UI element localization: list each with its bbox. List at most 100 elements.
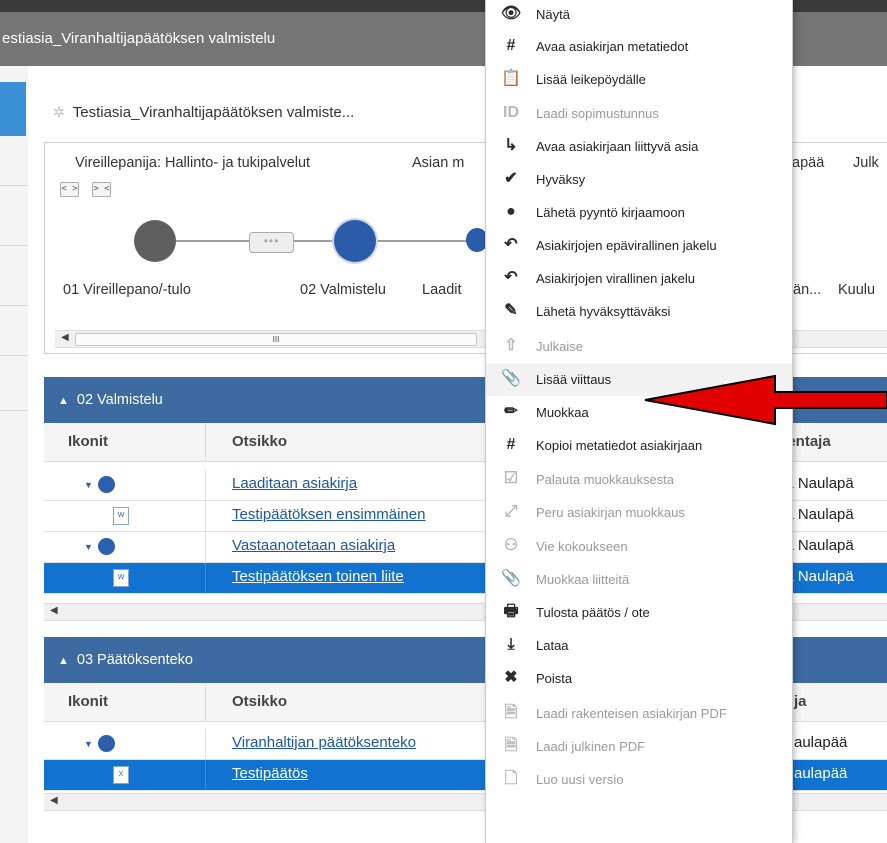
expand-button[interactable]: < > [60, 182, 79, 197]
collapse-triangle-icon[interactable]: ▼ [84, 480, 93, 490]
menu-item-label: Lähetä hyväksyttäväksi [536, 304, 671, 319]
left-nav-divider [0, 245, 28, 246]
gear-icon[interactable]: ✲ [53, 104, 65, 120]
menu-item-copy-metadata[interactable]: # Kopioi metatiedot asiakirjaan [486, 429, 792, 462]
menu-item-eye[interactable]: 👁 Näytä [486, 0, 792, 31]
menu-item-cancel-edit[interactable]: ⤢ Peru asiakirjan muokkaus [486, 496, 792, 529]
column-divider [205, 563, 206, 593]
column-divider [205, 683, 206, 721]
printer-icon: 🖶 [503, 603, 519, 620]
menu-item-check[interactable]: ✔ Hyväksy [486, 163, 792, 196]
col-icons[interactable]: Ikonit [68, 433, 108, 450]
section-title: 03 Päätöksenteko [76, 652, 193, 668]
menu-item-download[interactable]: ⤓ Lataa [486, 629, 792, 662]
xml-document-icon: X [113, 766, 129, 784]
collapse-triangle-icon[interactable]: ▼ [84, 739, 93, 749]
menu-item-attachment-edit[interactable]: 📎 Muokkaa liitteitä [486, 563, 792, 596]
menu-item-label: Avaa asiakirjan metatiedot [536, 39, 689, 54]
menu-item-label: Kopioi metatiedot asiakirjaan [536, 438, 703, 453]
row-title-link[interactable]: Viranhaltijan päätöksenteko [232, 734, 416, 751]
menu-item-label: Lataa [536, 638, 569, 653]
word-document-icon: W [113, 507, 129, 525]
menu-item-new-version[interactable]: 🗋 Luo uusi versio [486, 763, 792, 796]
scroll-left-arrow[interactable]: ◀ [50, 605, 58, 616]
collapse-triangle-icon[interactable]: ▼ [84, 542, 93, 552]
row-title-link[interactable]: Laaditaan asiakirja [232, 475, 357, 492]
menu-item-pdf-structured[interactable]: 🗎 Laadi rakenteisen asiakirjan PDF [486, 697, 792, 730]
menu-item-id[interactable]: ID Laadi sopimustunnus [486, 97, 792, 130]
hash-icon: # [506, 37, 516, 54]
step-5-label: Kuulu [838, 282, 876, 298]
left-nav-strip [0, 66, 29, 843]
menu-item-label: Lähetä pyyntö kirjaamoon [536, 205, 685, 220]
status-dot-icon [98, 538, 115, 555]
menu-item-label: Luo uusi versio [536, 772, 624, 787]
restore-edit-icon: ☑ [503, 470, 519, 487]
step-1-label: 01 Vireillepano/-tulo [63, 282, 191, 298]
pdf-structured-icon: 🗎 [504, 704, 518, 721]
clipboard-icon: 📋 [501, 70, 521, 87]
section-title: 02 Valmistelu [76, 392, 163, 408]
column-divider [205, 423, 206, 461]
step-2-circle[interactable] [334, 220, 376, 262]
send-approval-icon: ✎ [504, 302, 518, 319]
scroll-left-arrow[interactable]: ◀ [61, 332, 69, 343]
chevron-up-icon[interactable]: ▲ [58, 378, 69, 424]
cancel-edit-icon: ⤢ [504, 503, 518, 520]
menu-item-restore-edit[interactable]: ☑ Palauta muokkauksesta [486, 463, 792, 496]
menu-item-publish[interactable]: ⇧ Julkaise [486, 330, 792, 363]
send-request-icon: ● [506, 203, 516, 220]
menu-item-label: Asiakirjojen epävirallinen jakelu [536, 238, 717, 253]
menu-item-unofficial-share[interactable]: ↶ Asiakirjojen epävirallinen jakelu [486, 229, 792, 262]
id-icon: ID [503, 104, 519, 121]
info-value: apää [792, 155, 825, 171]
menu-item-label: Julkaise [536, 339, 583, 354]
menu-item-label: Avaa asiakirjaan liittyvä asia [536, 139, 699, 154]
scroll-thumb[interactable]: III [75, 333, 477, 346]
menu-item-meeting[interactable]: ⚇ Vie kokoukseen [486, 530, 792, 563]
col-author[interactable]: ja [794, 693, 807, 710]
column-divider [205, 501, 206, 531]
paperclip-icon: 📎 [501, 370, 521, 387]
row-title-link[interactable]: Testipäätöksen toinen liite [232, 568, 404, 585]
step-3-label: Laadit [422, 282, 462, 298]
meeting-icon: ⚇ [503, 537, 519, 554]
publish-icon: ⇧ [504, 337, 518, 354]
status-dot-icon [98, 476, 115, 493]
steps-more-button[interactable]: ••• [249, 232, 294, 253]
menu-item-label: Muokkaa [536, 405, 589, 420]
red-arrow-annotation [644, 374, 887, 426]
menu-item-delete[interactable]: ✖ Poista [486, 662, 792, 695]
pdf-public-icon: 🗎 [504, 737, 518, 754]
menu-item-label: Asiakirjojen virallinen jakelu [536, 271, 695, 286]
eye-icon: 👁 [500, 5, 522, 22]
menu-item-send-approval[interactable]: ✎ Lähetä hyväksyttäväksi [486, 295, 792, 328]
menu-item-hash[interactable]: # Avaa asiakirjan metatiedot [486, 30, 792, 63]
row-author: aulapää [794, 765, 848, 782]
col-icons[interactable]: Ikonit [68, 693, 108, 710]
menu-item-clipboard[interactable]: 📋 Lisää leikepöydälle [486, 63, 792, 96]
menu-item-send-request[interactable]: ● Lähetä pyyntö kirjaamoon [486, 196, 792, 229]
pencil-icon: ✏ [504, 403, 518, 420]
step-1-circle[interactable] [134, 220, 176, 262]
row-title-link[interactable]: Vastaanotetaan asiakirja [232, 537, 395, 554]
menu-item-printer[interactable]: 🖶 Tulosta päätös / ote [486, 596, 792, 629]
left-nav-active-item[interactable] [0, 82, 26, 136]
download-icon: ⤓ [507, 636, 515, 653]
initiator-label: Vireillepanija: Hallinto- ja tukipalvelu… [75, 155, 311, 171]
publicity-label: Julk [853, 155, 879, 171]
collapse-button[interactable]: > < [92, 182, 111, 197]
column-divider [205, 760, 206, 790]
col-title[interactable]: Otsikko [232, 693, 287, 710]
row-title-link[interactable]: Testipäätös [232, 765, 308, 782]
menu-item-label: Lisää viittaus [536, 372, 612, 387]
menu-item-open-case[interactable]: ↳ Avaa asiakirjaan liittyvä asia [486, 130, 792, 163]
chevron-up-icon[interactable]: ▲ [58, 638, 69, 684]
menu-item-pdf-public[interactable]: 🗎 Laadi julkinen PDF [486, 730, 792, 763]
menu-item-official-share[interactable]: ↶ Asiakirjojen virallinen jakelu [486, 262, 792, 295]
row-title-link[interactable]: Testipäätöksen ensimmäinen [232, 506, 425, 523]
word-document-icon: W [113, 569, 129, 587]
scroll-left-arrow[interactable]: ◀ [50, 795, 58, 806]
menu-item-label: Laadi sopimustunnus [536, 106, 659, 121]
col-title[interactable]: Otsikko [232, 433, 287, 450]
